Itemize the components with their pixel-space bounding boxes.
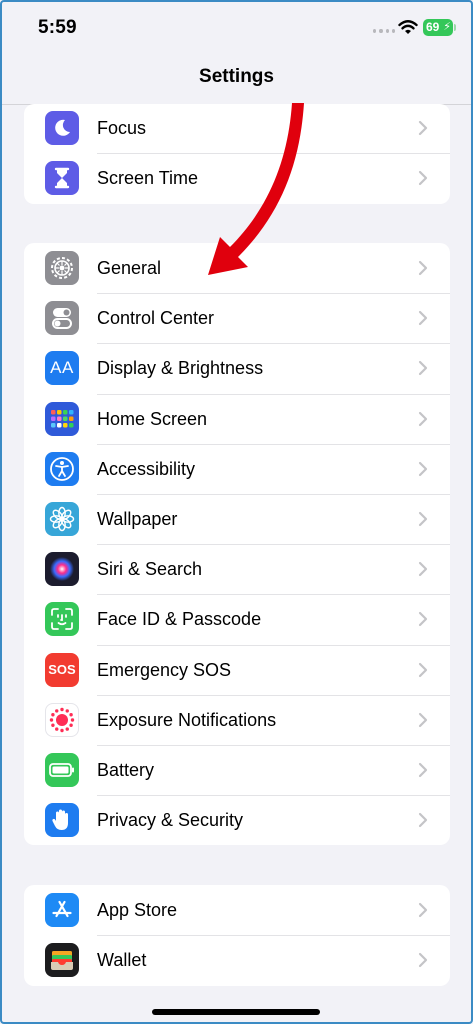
settings-row-label: Wallpaper (97, 509, 178, 529)
settings-row-app-store[interactable]: App Store (24, 885, 450, 935)
chevron-right-icon (418, 562, 428, 577)
chevron-right-icon (418, 813, 428, 828)
app-store-icon (45, 893, 79, 927)
settings-group-store: App Store Wallet (24, 885, 450, 986)
settings-row-wallpaper[interactable]: Wallpaper (24, 494, 450, 544)
battery-status-icon: 69 ⚡ (423, 19, 456, 36)
chevron-right-icon (418, 461, 428, 476)
accessibility-icon (45, 451, 79, 486)
settings-row-label: Face ID & Passcode (97, 609, 262, 630)
chevron-right-icon (418, 762, 428, 778)
settings-row-label: Battery (97, 760, 155, 780)
settings-row-label: Siri & Search (97, 559, 203, 580)
hand-icon (45, 803, 79, 838)
charging-bolt-icon: ⚡ (443, 21, 451, 33)
siri-icon (45, 552, 79, 587)
settings-row-home-screen[interactable]: Home Screen (24, 394, 450, 444)
settings-row-label: Emergency SOS (97, 659, 232, 680)
face-id-icon (45, 602, 79, 637)
wifi-icon (398, 20, 418, 34)
gear-icon (45, 251, 79, 285)
settings-row-label: Accessibility (97, 458, 196, 479)
text-size-icon: AA (45, 351, 79, 386)
settings-row-label: App Store (97, 900, 178, 920)
chevron-right-icon (418, 612, 428, 627)
wallet-icon (45, 943, 79, 978)
app-grid-icon (45, 401, 79, 436)
settings-row-label: Display & Brightness (97, 358, 264, 379)
settings-row-label: General (97, 258, 162, 278)
sos-glyph: SOS (48, 662, 76, 678)
battery-icon (45, 753, 79, 787)
flower-icon (45, 502, 79, 536)
settings-row-control-center[interactable]: Control Center (24, 293, 450, 343)
chevron-right-icon (418, 171, 428, 186)
moon-icon (45, 111, 79, 145)
cellular-signal-icon (373, 29, 395, 35)
chevron-right-icon (418, 311, 428, 326)
settings-group-general: General Control Center AA Display & Brightn… (24, 243, 450, 845)
chevron-right-icon (418, 120, 428, 136)
settings-row-accessibility[interactable]: Accessibility (24, 444, 450, 494)
chevron-right-icon (418, 902, 428, 918)
text-size-glyph: AA (50, 358, 74, 378)
settings-row-label: Wallet (97, 950, 147, 971)
settings-row-label: Control Center (97, 308, 215, 329)
settings-row-exposure-notifications[interactable]: Exposure Notifications (24, 695, 450, 745)
chevron-right-icon (418, 662, 428, 677)
hourglass-icon (45, 161, 79, 196)
chevron-right-icon (418, 260, 428, 276)
exposure-icon (45, 702, 79, 737)
chevron-right-icon (418, 361, 428, 376)
settings-row-display-and-brightness[interactable]: AA Display & Brightness (24, 343, 450, 393)
settings-row-emergency-sos[interactable]: SOS Emergency SOS (24, 645, 450, 695)
settings-row-label: Screen Time (97, 168, 199, 189)
settings-row-privacy-and-security[interactable]: Privacy & Security (24, 795, 450, 845)
settings-row-face-id-and-passcode[interactable]: Face ID & Passcode (24, 594, 450, 644)
home-indicator[interactable] (152, 1009, 320, 1015)
toggles-icon (45, 301, 79, 336)
settings-row-label: Privacy & Security (97, 810, 244, 831)
status-time: 5:59 (38, 17, 77, 38)
annotation-arrow (208, 103, 304, 275)
settings-row-battery[interactable]: Battery (24, 745, 450, 795)
settings-row-label: Exposure Notifications (97, 709, 277, 730)
status-bar: 5:59 69 ⚡ (0, 0, 473, 56)
page-title: Settings (199, 66, 274, 87)
settings-row-siri-and-search[interactable]: Siri & Search (24, 544, 450, 594)
chevron-right-icon (418, 511, 428, 527)
chevron-right-icon (418, 712, 428, 727)
sos-icon: SOS (45, 652, 79, 687)
settings-row-wallet[interactable]: Wallet (24, 935, 450, 985)
battery-percent: 69 (426, 20, 440, 34)
chevron-right-icon (418, 953, 428, 968)
chevron-right-icon (418, 411, 428, 426)
settings-row-label: Focus (97, 118, 147, 138)
settings-row-label: Home Screen (97, 408, 208, 429)
